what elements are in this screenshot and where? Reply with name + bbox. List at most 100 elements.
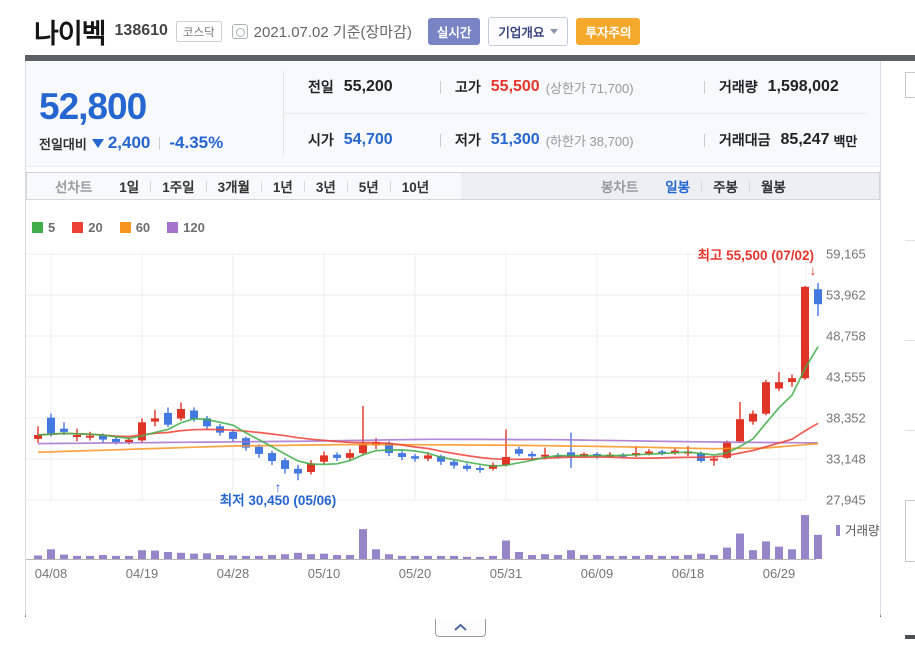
volume-bar xyxy=(515,552,523,559)
collapse-chart-button[interactable] xyxy=(435,619,486,637)
y-axis-label: 27,945 xyxy=(826,493,866,508)
calendar-clock-icon xyxy=(231,23,248,39)
ma-legend-label: 5 xyxy=(48,220,56,235)
line-chart-label[interactable]: 선차트 xyxy=(55,176,92,196)
realtime-button[interactable]: 실시간 xyxy=(427,17,481,45)
volume-bar xyxy=(801,515,809,559)
ma-legend-label: 20 xyxy=(88,220,103,235)
candlestick-chart: 59,165 53,962 48,758 43,555 38,352 33,148 27,9… xyxy=(26,247,880,581)
volume-bar xyxy=(593,555,601,559)
ohlc-table: 전일 55,200 고가 55,500 (상한가 71,700) 거래량 1,59… xyxy=(284,61,880,166)
candle-body xyxy=(528,453,536,457)
volume-bar xyxy=(723,547,731,559)
candle-body xyxy=(736,419,744,442)
divider xyxy=(440,133,441,147)
tab-period-7[interactable]: 10년 xyxy=(391,176,440,196)
volume-bar xyxy=(476,556,484,559)
candle-body xyxy=(151,418,159,422)
candle-body xyxy=(463,465,471,469)
volume-value: 1,598,002 xyxy=(767,78,839,95)
volume-bar xyxy=(710,555,718,559)
x-axis-label: 05/10 xyxy=(308,566,341,581)
volume-bar xyxy=(671,555,679,559)
y-axis-label: 43,555 xyxy=(826,370,866,385)
tab-candle-3[interactable]: 월봉 xyxy=(750,176,797,196)
upper-limit: (상한가 71,700) xyxy=(545,80,634,96)
current-price-block: 52,800 전일대비 2,400 -4.35% xyxy=(26,71,284,156)
volume-bar xyxy=(242,555,250,559)
chart-module: 52,800 전일대비 2,400 -4.35% 전일 55,200 고가 55,… xyxy=(25,61,881,617)
tab-period-4[interactable]: 1년 xyxy=(262,176,304,196)
tab-period-1[interactable]: 1일 xyxy=(108,176,150,196)
market-badge: 코스닥 xyxy=(175,20,222,42)
volume-bar xyxy=(190,553,198,559)
volume-bar xyxy=(463,556,471,559)
candle-body xyxy=(164,412,172,425)
candle-body xyxy=(749,413,757,422)
y-axis-label: 33,148 xyxy=(826,452,866,467)
ma-legend-item: 5 xyxy=(32,220,55,235)
quote-date: 2021.07.02 기준(장마감) xyxy=(253,23,412,41)
volume-bar xyxy=(398,555,406,559)
volume-bar xyxy=(385,554,393,559)
high-annotation: 최고 55,500 (07/02) xyxy=(698,248,814,263)
volume-bar xyxy=(372,549,380,559)
candle-body xyxy=(333,454,341,458)
candle-body xyxy=(502,457,510,465)
panel-fragment xyxy=(905,500,915,562)
volume-bar xyxy=(554,555,562,559)
candle-body xyxy=(255,446,263,454)
legend-swatch-icon xyxy=(167,222,179,233)
tab-candle-1[interactable]: 일봉 xyxy=(654,176,701,196)
legend-swatch-icon xyxy=(32,222,43,233)
candle-body xyxy=(125,439,133,443)
volume-bar xyxy=(346,555,354,559)
divider xyxy=(905,430,915,431)
volume-bar xyxy=(268,555,276,559)
volume-bar xyxy=(34,555,42,559)
volume-bar xyxy=(99,555,107,559)
table-row: 전일 55,200 고가 55,500 (상한가 71,700) 거래량 1,59… xyxy=(284,61,868,114)
lower-limit: (하한가 38,700) xyxy=(545,133,634,149)
candle-chart-label[interactable]: 봉차트 xyxy=(601,176,638,196)
period-tabs: 선차트 1일 1주일 3개월 1년 3년 5년 10년 xyxy=(27,176,440,196)
high-value: 55,500 xyxy=(490,78,540,95)
tab-period-5[interactable]: 3년 xyxy=(305,176,347,196)
table-row: 시가 54,700 저가 51,300 (하한가 38,700) 거래대금 85,… xyxy=(284,114,868,166)
tab-candle-2[interactable]: 주봉 xyxy=(702,176,749,196)
volume-bar xyxy=(216,555,224,559)
candle-body xyxy=(60,428,68,432)
volume-bar xyxy=(86,555,94,559)
company-overview-dropdown[interactable]: 기업개요 xyxy=(488,16,569,46)
candle-body xyxy=(814,289,822,305)
volume-legend-icon xyxy=(836,525,840,536)
volume-bar xyxy=(138,550,146,559)
change-percent: -4.35% xyxy=(169,133,224,152)
tab-period-2[interactable]: 1주일 xyxy=(151,176,205,196)
low-label: 저가 xyxy=(455,132,481,148)
arrow-down-icon: ↓ xyxy=(810,262,817,278)
volume-bar xyxy=(307,554,315,559)
investment-warning-badge[interactable]: 투자주의 xyxy=(576,17,641,45)
volume-bar xyxy=(229,555,237,559)
tab-period-3[interactable]: 3개월 xyxy=(207,176,261,196)
change-label: 전일대비 xyxy=(39,136,87,152)
volume-legend-label: 거래량 xyxy=(845,524,880,538)
volume-bar xyxy=(502,540,510,559)
volume-bar xyxy=(73,555,81,559)
volume-bar xyxy=(151,550,159,559)
candle-body xyxy=(281,460,289,469)
volume-bar xyxy=(762,541,770,559)
x-axis-label: 04/08 xyxy=(35,566,68,581)
chart-toolbar: 선차트 1일 1주일 3개월 1년 3년 5년 10년 봉차트 일봉 주봉 월봉 xyxy=(26,172,880,200)
header: 나이벡 138610 코스닥 2021.07.02 기준(장마감) 실시간 기업… xyxy=(34,10,884,52)
volume-bar xyxy=(775,546,783,559)
divider xyxy=(704,133,705,147)
candle-body xyxy=(229,431,237,439)
x-axis-label: 04/28 xyxy=(217,566,250,581)
y-axis-label: 38,352 xyxy=(826,411,866,426)
x-axis-label: 06/09 xyxy=(581,566,614,581)
volume-bar xyxy=(606,555,614,559)
tab-period-6[interactable]: 5년 xyxy=(348,176,390,196)
volume-bar xyxy=(359,529,367,559)
